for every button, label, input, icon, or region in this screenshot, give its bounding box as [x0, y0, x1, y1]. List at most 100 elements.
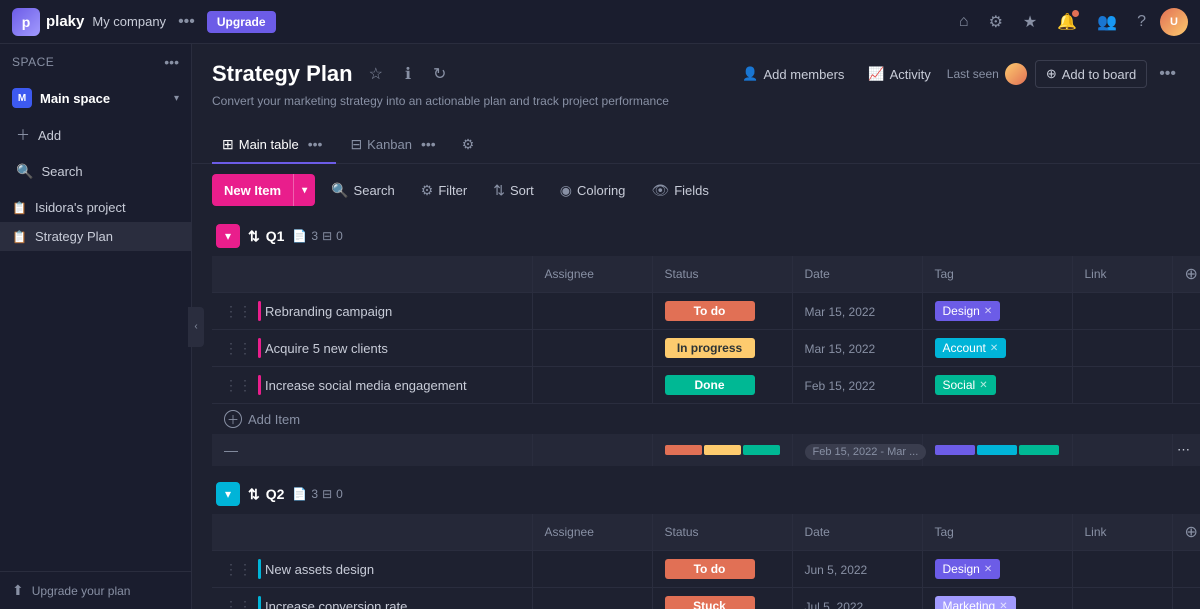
date-cell[interactable]: Mar 15, 2022 — [792, 293, 922, 330]
table-settings-icon[interactable]: ⚙ — [462, 136, 475, 153]
status-badge[interactable]: Stuck — [665, 596, 755, 609]
add-to-board-button[interactable]: ⊕ Add to board — [1035, 60, 1147, 88]
coloring-button[interactable]: ◉ Coloring — [550, 176, 636, 205]
sidebar-menu-icon[interactable]: ••• — [164, 54, 179, 70]
app-logo[interactable]: p plaky — [12, 8, 84, 36]
status-cell[interactable]: To do — [652, 293, 792, 330]
user-avatar[interactable]: U — [1160, 8, 1188, 36]
refresh-icon[interactable]: ↻ — [427, 60, 452, 88]
help-icon[interactable]: ? — [1131, 9, 1152, 35]
drag-handle-icon[interactable]: ⋮⋮ — [224, 561, 252, 578]
assignee-cell[interactable] — [532, 367, 652, 404]
sidebar-item-strategy-plan[interactable]: 📋 Strategy Plan — [0, 222, 191, 251]
status-badge[interactable]: To do — [665, 301, 755, 321]
kanban-tab-more[interactable]: ••• — [417, 134, 440, 154]
add-column-icon[interactable]: ⊕ — [1185, 266, 1198, 283]
tag-cell[interactable]: Marketing ✕ — [922, 588, 1072, 609]
link-cell[interactable] — [1072, 367, 1172, 404]
row-item-name[interactable]: Rebranding campaign — [265, 304, 392, 319]
link-cell[interactable] — [1072, 330, 1172, 367]
group-q1-expand-button[interactable]: ▾ — [216, 224, 240, 248]
date-cell[interactable]: Jun 5, 2022 — [792, 551, 922, 588]
sidebar-collapse-handle[interactable]: ‹ — [188, 307, 204, 347]
row-item-name[interactable]: Increase social media engagement — [265, 378, 467, 393]
activity-button[interactable]: 📈 Activity — [860, 61, 938, 87]
tag-cell[interactable]: Account ✕ — [922, 330, 1072, 367]
add-members-button[interactable]: 👤 Add members — [734, 61, 852, 87]
group-q1-header-row: Assignee Status Date Tag Link ⊕ — [212, 256, 1200, 293]
tag-cell[interactable]: Design ✕ — [922, 293, 1072, 330]
sidebar-item-isidoras-project[interactable]: 📋 Isidora's project — [0, 193, 191, 222]
tag-cell[interactable]: Social ✕ — [922, 367, 1072, 404]
bookmark-icon[interactable]: ☆ — [363, 60, 389, 88]
group-q2-docs: 3 — [311, 487, 318, 501]
assignee-cell[interactable] — [532, 330, 652, 367]
tab-main-table[interactable]: ⊞ Main table ••• — [212, 126, 336, 164]
tag-badge[interactable]: Social ✕ — [935, 375, 996, 395]
puzzle-icon[interactable]: ⚙ — [983, 8, 1009, 36]
tag-remove-icon[interactable]: ✕ — [984, 564, 992, 575]
status-badge[interactable]: To do — [665, 559, 755, 579]
row-item-name[interactable]: Acquire 5 new clients — [265, 341, 388, 356]
star-icon[interactable]: ★ — [1017, 8, 1043, 36]
company-menu-button[interactable]: ••• — [174, 9, 199, 35]
drag-handle-icon[interactable]: ⋮⋮ — [224, 340, 252, 357]
page-more-button[interactable]: ••• — [1155, 61, 1180, 87]
status-cell[interactable]: In progress — [652, 330, 792, 367]
new-item-button[interactable]: New Item ▾ — [212, 174, 315, 206]
tab-kanban[interactable]: ⊟ Kanban ••• — [340, 126, 449, 164]
status-badge[interactable]: In progress — [665, 338, 755, 358]
drag-handle-icon[interactable]: ⋮⋮ — [224, 598, 252, 609]
status-cell[interactable]: Done — [652, 367, 792, 404]
group-q2-table: Assignee Status Date Tag Link ⊕ — [212, 514, 1200, 609]
status-cell[interactable]: To do — [652, 551, 792, 588]
add-column-icon[interactable]: ⊕ — [1185, 524, 1198, 541]
info-icon[interactable]: ℹ — [399, 60, 417, 88]
new-item-dropdown-icon[interactable]: ▾ — [294, 178, 315, 203]
col-header-add[interactable]: ⊕ — [1172, 514, 1200, 551]
tag-badge[interactable]: Design ✕ — [935, 559, 1001, 579]
tag-remove-icon[interactable]: ✕ — [984, 306, 992, 317]
search-button[interactable]: 🔍 Search — [321, 176, 405, 205]
assignee-cell[interactable] — [532, 588, 652, 609]
sidebar-item-search[interactable]: 🔍 Search — [4, 155, 187, 188]
main-table-tab-more[interactable]: ••• — [304, 134, 327, 154]
tag-remove-icon[interactable]: ✕ — [990, 343, 998, 354]
team-icon[interactable]: 👥 — [1091, 8, 1123, 36]
sidebar-item-add[interactable]: ＋ Add — [4, 117, 187, 153]
sort-button[interactable]: ⇅ Sort — [483, 176, 544, 205]
assignee-cell[interactable] — [532, 551, 652, 588]
drag-handle-icon[interactable]: ⋮⋮ — [224, 303, 252, 320]
date-cell[interactable]: Jul 5, 2022 — [792, 588, 922, 609]
assignee-cell[interactable] — [532, 293, 652, 330]
tag-badge[interactable]: Account ✕ — [935, 338, 1007, 358]
col-header-add[interactable]: ⊕ — [1172, 256, 1200, 293]
date-cell[interactable]: Feb 15, 2022 — [792, 367, 922, 404]
status-badge[interactable]: Done — [665, 375, 755, 395]
tag-remove-icon[interactable]: ✕ — [999, 601, 1007, 609]
company-name[interactable]: My company — [92, 14, 166, 29]
tag-remove-icon[interactable]: ✕ — [979, 380, 987, 391]
tag-cell[interactable]: Design ✕ — [922, 551, 1072, 588]
drag-handle-icon[interactable]: ⋮⋮ — [224, 377, 252, 394]
link-cell[interactable] — [1072, 293, 1172, 330]
status-cell[interactable]: Stuck — [652, 588, 792, 609]
summary-more-button[interactable]: ⋯ — [1185, 442, 1191, 458]
group-q2-expand-button[interactable]: ▾ — [216, 482, 240, 506]
link-cell[interactable] — [1072, 551, 1172, 588]
link-cell[interactable] — [1072, 588, 1172, 609]
home-icon[interactable]: ⌂ — [953, 9, 975, 35]
fields-button[interactable]: 👁 Fields — [641, 176, 718, 205]
filter-button[interactable]: ⚙ Filter — [411, 176, 477, 205]
upgrade-plan-button[interactable]: ⬆ Upgrade your plan — [12, 582, 179, 599]
upgrade-button[interactable]: Upgrade — [207, 11, 276, 33]
notifications-icon[interactable]: 🔔 — [1051, 8, 1083, 36]
workspace-item[interactable]: M Main space ▾ — [0, 80, 191, 116]
add-item-button-q1[interactable]: ＋ Add Item — [224, 410, 1190, 428]
row-item-name[interactable]: New assets design — [265, 562, 374, 577]
tag-badge[interactable]: Marketing ✕ — [935, 596, 1016, 609]
date-cell[interactable]: Mar 15, 2022 — [792, 330, 922, 367]
tag-badge[interactable]: Design ✕ — [935, 301, 1001, 321]
row-item-name[interactable]: Increase conversion rate — [265, 599, 407, 609]
new-item-label[interactable]: New Item — [212, 176, 293, 205]
